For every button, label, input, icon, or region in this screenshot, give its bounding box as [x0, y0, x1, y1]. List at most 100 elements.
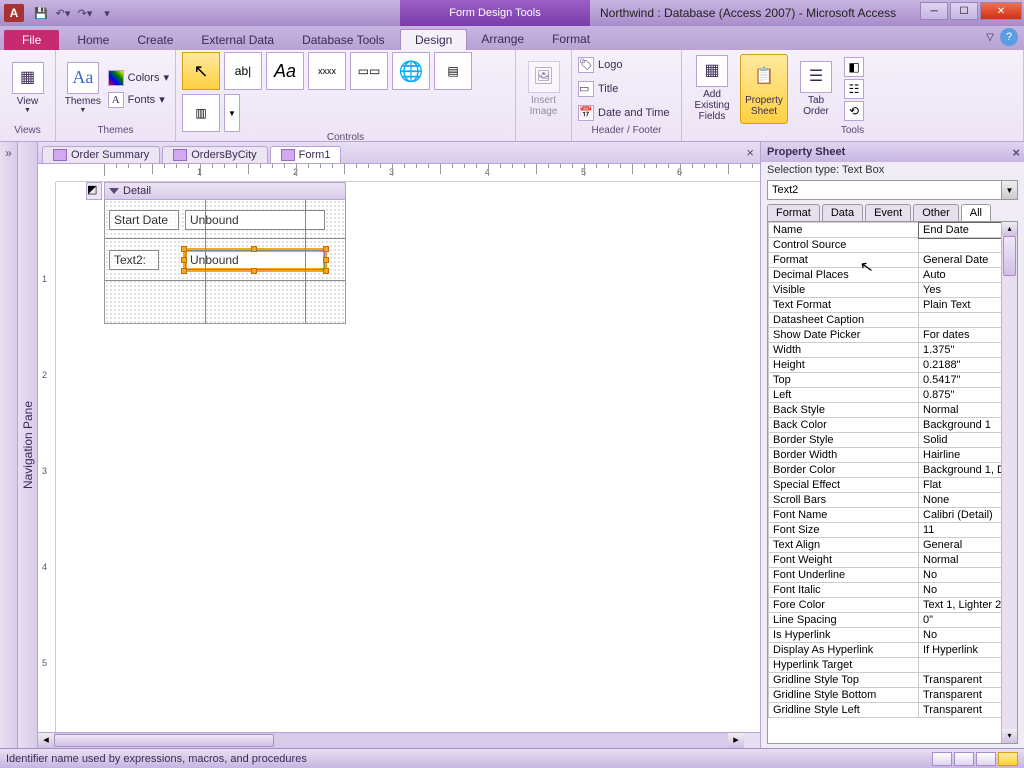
prop-name[interactable]: Back Color [769, 418, 919, 433]
save-icon[interactable]: 💾 [32, 4, 50, 22]
prop-name[interactable]: Fore Color [769, 598, 919, 613]
resize-handle[interactable] [251, 268, 257, 274]
vertical-ruler[interactable]: 12345 [38, 182, 56, 732]
prop-name[interactable]: Line Spacing [769, 613, 919, 628]
view-datasheet-button[interactable] [954, 752, 974, 766]
scroll-down-icon[interactable]: ▾ [1002, 729, 1017, 743]
doctab-form1[interactable]: Form1 [270, 146, 342, 163]
tab-create[interactable]: Create [123, 30, 187, 50]
property-grid[interactable]: NameEnd DateControl SourceFormatGeneral … [767, 221, 1018, 744]
prop-name[interactable]: Decimal Places [769, 268, 919, 283]
prop-name[interactable]: Is Hyperlink [769, 628, 919, 643]
view-design-button[interactable] [998, 752, 1018, 766]
scroll-up-icon[interactable]: ▴ [1002, 222, 1017, 236]
prop-name[interactable]: Show Date Picker [769, 328, 919, 343]
tab-order-button[interactable]: ☰Tab Order [792, 54, 840, 124]
subform-tool[interactable]: ◧ [844, 57, 864, 77]
prop-name[interactable]: Font Name [769, 508, 919, 523]
select-tool[interactable]: ↖ [182, 52, 220, 90]
prop-name[interactable]: Visible [769, 283, 919, 298]
file-tab[interactable]: File [4, 30, 59, 50]
view-layout-button[interactable] [976, 752, 996, 766]
prop-name[interactable]: Name [769, 223, 919, 238]
property-sheet-button[interactable]: 📋Property Sheet [740, 54, 788, 124]
prop-name[interactable]: Back Style [769, 403, 919, 418]
prop-name[interactable]: Text Format [769, 298, 919, 313]
themes-button[interactable]: AaThemes▼ [62, 54, 104, 124]
detail-section[interactable]: Start Date Unbound Text2: Unbound [104, 200, 346, 324]
resize-handle[interactable] [181, 257, 187, 263]
horizontal-ruler[interactable]: 1234567 [56, 164, 760, 182]
prop-name[interactable]: Text Align [769, 538, 919, 553]
resize-handle[interactable] [251, 246, 257, 252]
prop-name[interactable]: Gridline Style Left [769, 703, 919, 718]
prop-name[interactable]: Scroll Bars [769, 493, 919, 508]
view-form-button[interactable] [932, 752, 952, 766]
prop-name[interactable]: Left [769, 388, 919, 403]
qat-customize-icon[interactable]: ▾ [98, 4, 116, 22]
section-selector[interactable]: ◩ [86, 182, 102, 200]
proptab-format[interactable]: Format [767, 204, 820, 221]
view-button[interactable]: ▦View▼ [6, 54, 49, 124]
vertical-scrollbar[interactable]: ▴ ▾ [1001, 222, 1017, 743]
fonts-button[interactable]: AFonts▾ [108, 90, 169, 110]
shutter-bar-toggle[interactable]: » [0, 142, 18, 748]
resize-handle[interactable] [323, 268, 329, 274]
prop-name[interactable]: Hyperlink Target [769, 658, 919, 673]
resize-handle[interactable] [181, 246, 187, 252]
prop-name[interactable]: Font Underline [769, 568, 919, 583]
tab-database-tools[interactable]: Database Tools [288, 30, 399, 50]
prop-name[interactable]: Control Source [769, 238, 919, 253]
minimize-ribbon-icon[interactable]: ▽ [986, 32, 994, 43]
textbox-tool[interactable]: ab| [224, 52, 262, 90]
prop-name[interactable]: Display As Hyperlink [769, 643, 919, 658]
redo-icon[interactable]: ↷▾ [76, 4, 94, 22]
combo-tool[interactable]: ▥ [182, 94, 220, 132]
button-tool[interactable]: xxxx [308, 52, 346, 90]
textbox-start-date[interactable]: Unbound [185, 210, 325, 230]
navigation-tool[interactable]: ▤ [434, 52, 472, 90]
undo-icon[interactable]: ↶▾ [54, 4, 72, 22]
prop-name[interactable]: Top [769, 373, 919, 388]
close-button[interactable]: ✕ [980, 2, 1022, 20]
hyperlink-tool[interactable]: 🌐 [392, 52, 430, 90]
tab-format[interactable]: Format [538, 29, 604, 50]
minimize-button[interactable]: ─ [920, 2, 948, 20]
prop-name[interactable]: Font Weight [769, 553, 919, 568]
resize-handle[interactable] [323, 246, 329, 252]
maximize-button[interactable]: ☐ [950, 2, 978, 20]
tab-home[interactable]: Home [63, 30, 123, 50]
datetime-button[interactable]: 📅Date and Time [578, 103, 670, 123]
prop-name[interactable]: Gridline Style Top [769, 673, 919, 688]
prop-name[interactable]: Width [769, 343, 919, 358]
proptab-other[interactable]: Other [913, 204, 959, 221]
prop-name[interactable]: Font Size [769, 523, 919, 538]
convert-tool[interactable]: ⟲ [844, 101, 864, 121]
label-text2[interactable]: Text2: [109, 250, 159, 270]
textbox-text2[interactable]: Unbound [185, 250, 325, 270]
tab-arrange[interactable]: Arrange [467, 29, 538, 50]
close-icon[interactable]: × [1012, 145, 1020, 160]
form-design-canvas[interactable]: ◩ Detail Start Date Unbound Text2: Unbou… [56, 182, 760, 732]
tab-external-data[interactable]: External Data [187, 30, 288, 50]
doctab-ordersbycity[interactable]: OrdersByCity [162, 146, 267, 163]
close-document-icon[interactable]: × [746, 145, 754, 160]
scroll-thumb[interactable] [1003, 236, 1016, 276]
prop-name[interactable]: Datasheet Caption [769, 313, 919, 328]
insert-image-button[interactable]: 🖼Insert Image [522, 54, 565, 124]
label-tool[interactable]: Aa [266, 52, 304, 90]
prop-name[interactable]: Border Style [769, 433, 919, 448]
title-button[interactable]: ▭Title [578, 79, 670, 99]
detail-section-header[interactable]: Detail [104, 182, 346, 200]
prop-name[interactable]: Border Color [769, 463, 919, 478]
scroll-left-icon[interactable]: ◂ [38, 733, 54, 748]
colors-button[interactable]: Colors▾ [108, 68, 169, 88]
prop-name[interactable]: Format [769, 253, 919, 268]
doctab-order-summary[interactable]: Order Summary [42, 146, 160, 163]
proptab-all[interactable]: All [961, 204, 991, 221]
tab-design[interactable]: Design [400, 29, 467, 50]
tab-control-tool[interactable]: ▭▭ [350, 52, 388, 90]
scroll-thumb[interactable] [54, 734, 274, 747]
scroll-right-icon[interactable]: ▸ [728, 733, 744, 748]
prop-name[interactable]: Gridline Style Bottom [769, 688, 919, 703]
